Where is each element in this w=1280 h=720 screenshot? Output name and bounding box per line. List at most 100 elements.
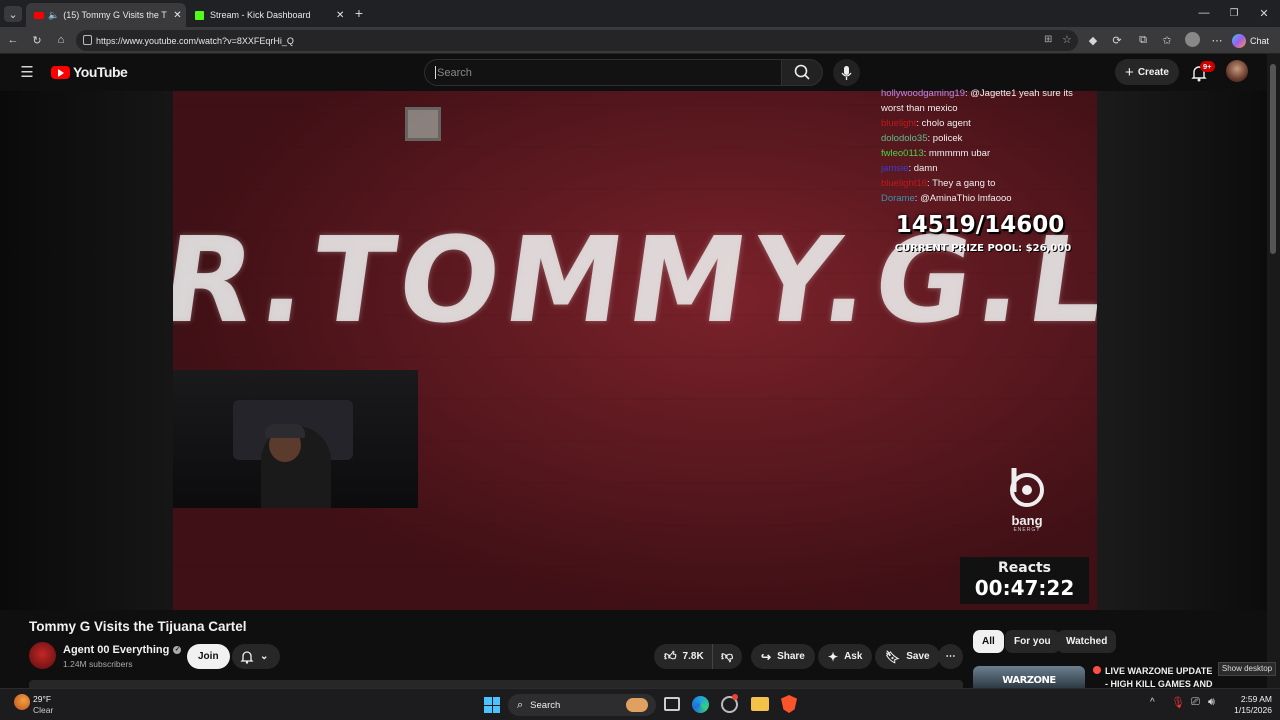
- reload-icon[interactable]: ↻: [30, 33, 44, 47]
- chat-message: fwleo0113: mmmmm ubar: [881, 148, 991, 159]
- verified-check-icon: ✓: [173, 646, 182, 654]
- scrollbar-thumb[interactable]: [1270, 64, 1276, 254]
- search-input[interactable]: Search: [424, 59, 782, 86]
- chat-username: jamsie: [881, 163, 909, 174]
- chip-watched[interactable]: Watched: [1057, 630, 1117, 653]
- split-screen-icon[interactable]: ⧉: [1136, 33, 1150, 47]
- create-button[interactable]: + Create: [1115, 59, 1179, 85]
- channel-avatar[interactable]: [29, 642, 56, 669]
- dislike-button[interactable]: 👎︎: [712, 644, 742, 669]
- search-highlight-icon: [626, 698, 648, 712]
- network-icon[interactable]: ⎚: [1191, 696, 1200, 709]
- app-icon[interactable]: [721, 694, 738, 713]
- home-icon[interactable]: ⌂: [54, 33, 68, 47]
- address-bar[interactable]: https://www.youtube.com/watch?v=8XXFEqrH…: [76, 30, 1078, 51]
- search-button[interactable]: [781, 59, 823, 86]
- clock-time: 2:59 AM: [1240, 694, 1272, 704]
- favorites-icon[interactable]: ✩: [1160, 33, 1174, 47]
- app-available-icon[interactable]: ⊞: [1044, 34, 1052, 45]
- extension-diamond-icon[interactable]: ◆: [1086, 33, 1100, 47]
- file-explorer-icon[interactable]: [751, 697, 769, 711]
- join-button[interactable]: Join: [187, 644, 230, 669]
- page-scrollbar[interactable]: [1267, 54, 1280, 688]
- weather-temp[interactable]: 29°F: [33, 694, 51, 704]
- tab-list-chevron-icon[interactable]: ⌄: [4, 6, 22, 22]
- microphone-icon: [841, 66, 852, 80]
- more-menu-icon[interactable]: ⋯: [1210, 33, 1224, 47]
- chat-text: cholo agent: [921, 118, 971, 129]
- windows-start-icon[interactable]: [484, 697, 500, 713]
- join-label: Join: [198, 651, 219, 662]
- chat-username: dolodolo35: [881, 133, 928, 144]
- stream-chat-overlay: hollywoodgaming19: @Jagette1 yeah sure i…: [881, 86, 1095, 206]
- bell-icon: [240, 650, 254, 664]
- close-tab-icon[interactable]: ✕: [173, 10, 181, 21]
- bang-energy-logo: bang ENERGY: [1004, 462, 1050, 533]
- edge-browser-icon[interactable]: [692, 696, 709, 713]
- site-info-icon[interactable]: [83, 35, 92, 45]
- extensions-puzzle-icon[interactable]: ⟳: [1110, 33, 1124, 47]
- tab-youtube[interactable]: 🔈 (15) Tommy G Visits the Tijuana Cartel…: [26, 3, 186, 27]
- copilot-chat-button[interactable]: Chat: [1232, 31, 1269, 50]
- close-window-icon[interactable]: ✕: [1256, 5, 1272, 21]
- notification-badge: 9+: [1200, 61, 1215, 72]
- youtube-logo-text: YouTube: [73, 64, 128, 80]
- chat-message: Dorame: @AminaThio lmfaooo: [881, 193, 1012, 204]
- hamburger-menu-icon[interactable]: ☰: [18, 64, 36, 81]
- channel-name[interactable]: Agent 00 Everything ✓: [63, 644, 182, 656]
- chat-text: policek: [932, 133, 963, 144]
- save-button[interactable]: 🔖︎ Save: [875, 644, 940, 669]
- chat-message: bluelight: cholo agent: [881, 118, 971, 129]
- subscribe-notification-button[interactable]: ⌄: [232, 644, 280, 669]
- brave-browser-icon[interactable]: [781, 695, 797, 713]
- favorite-star-icon[interactable]: ☆: [1062, 33, 1072, 46]
- youtube-logo[interactable]: YouTube: [51, 64, 128, 80]
- tab-kick[interactable]: Stream - Kick Dashboard ✕: [187, 3, 347, 27]
- back-icon[interactable]: ←: [6, 33, 20, 47]
- profile-avatar[interactable]: [1185, 32, 1200, 47]
- like-button[interactable]: 👍︎ 7.8K: [654, 644, 712, 669]
- plus-icon: +: [1125, 63, 1134, 81]
- chip-for-you[interactable]: For you: [1005, 630, 1060, 653]
- show-desktop-tooltip: Show desktop: [1218, 662, 1276, 676]
- search-icon: ⌕: [517, 698, 524, 711]
- chat-text: mmmmm ubar: [928, 148, 991, 159]
- chat-message: hollywoodgaming19: @Jagette1 yeah sure i…: [881, 88, 1073, 114]
- microphone-in-use-icon[interactable]: 🎙︎: [1171, 696, 1185, 709]
- more-actions-button[interactable]: ⋯: [938, 644, 963, 669]
- chat-text: They a gang to: [932, 178, 996, 189]
- minimize-icon[interactable]: —: [1196, 5, 1212, 21]
- tray-overflow-chevron-icon[interactable]: ^: [1150, 697, 1155, 708]
- tab-title: (15) Tommy G Visits the Tijuana Cartel: [63, 10, 167, 20]
- browser-toolbar: ← ↻ ⌂ https://www.youtube.com/watch?v=8X…: [0, 27, 1280, 54]
- webcam-overlay: [173, 370, 418, 508]
- restore-icon[interactable]: ❐: [1226, 5, 1242, 21]
- chip-all[interactable]: All: [973, 630, 1004, 653]
- save-label: Save: [906, 651, 930, 662]
- thumbnail-text: WARZONE: [1002, 675, 1056, 686]
- volume-icon[interactable]: 🔊︎: [1208, 696, 1215, 709]
- description-box[interactable]: [29, 680, 963, 688]
- notifications-button[interactable]: 9+: [1190, 61, 1215, 82]
- chat-username: bluelight16: [881, 178, 927, 189]
- recommendation-title[interactable]: LIVE WARZONE UPDATE - HIGH KILL GAMES AN…: [1091, 665, 1217, 688]
- weather-moon-icon[interactable]: [14, 694, 30, 710]
- video-title: Tommy G Visits the Tijuana Cartel: [29, 619, 247, 634]
- taskbar-search[interactable]: ⌕ Search: [508, 694, 656, 716]
- speaker-icon[interactable]: 🔈: [48, 10, 59, 21]
- task-view-icon[interactable]: [664, 697, 680, 711]
- share-button[interactable]: ↪ Share: [751, 644, 815, 669]
- close-tab-icon[interactable]: ✕: [336, 10, 344, 21]
- ask-button[interactable]: ✦ Ask: [818, 644, 873, 669]
- weather-desc[interactable]: Clear: [33, 705, 53, 715]
- voice-search-button[interactable]: [833, 59, 860, 86]
- recommendation-thumbnail[interactable]: WARZONE: [973, 666, 1085, 688]
- chat-label: Chat: [1250, 35, 1270, 46]
- clock[interactable]: 2:59 AM 1/15/2026: [1228, 694, 1272, 716]
- chat-text: @AminaThio lmfaooo: [920, 193, 1012, 204]
- account-avatar[interactable]: [1226, 60, 1248, 82]
- new-tab-icon[interactable]: +: [351, 5, 367, 21]
- sponsor-name: bang: [1011, 513, 1043, 528]
- streamer-beanie: [265, 424, 305, 438]
- wall-fixture: [405, 107, 441, 141]
